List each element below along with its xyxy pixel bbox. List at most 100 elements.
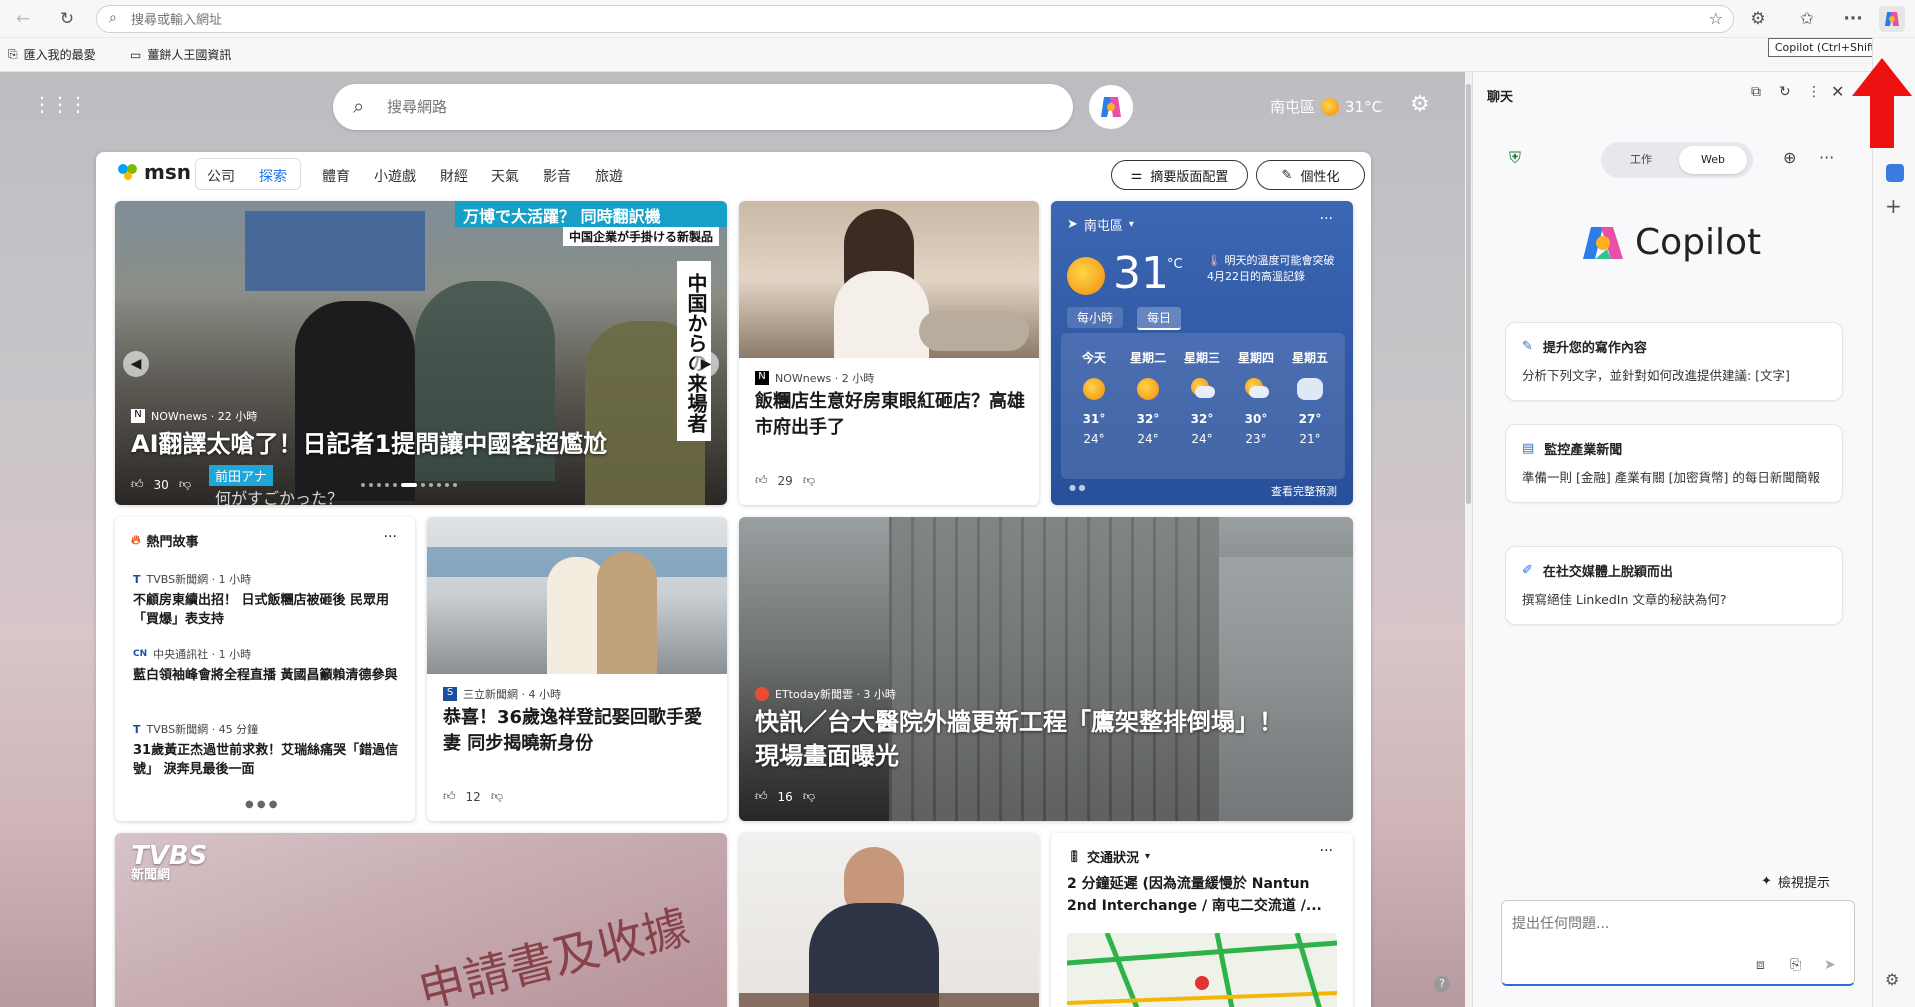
forecast-day[interactable]: 今天 31° 24°	[1069, 349, 1119, 446]
weather-alert[interactable]: 🌡︎ 明天的溫度可能會突破4月22日的高溫記錄	[1207, 253, 1335, 285]
weather-summary[interactable]: 南屯區 31°C	[1270, 96, 1382, 117]
sidebar-app-icon[interactable]	[1886, 164, 1904, 182]
weather-location[interactable]: ➤ 南屯區 ▾	[1067, 215, 1134, 234]
msn-search-box[interactable]: ⌕	[333, 84, 1073, 130]
personalize-button[interactable]: ✎ 個性化	[1256, 160, 1365, 190]
forecast-day[interactable]: 星期三 32° 24°	[1177, 349, 1227, 446]
rain-cloud-icon	[1297, 378, 1323, 400]
prompt-card[interactable]: ▤ 監控產業新聞 準備一則 [金融] 產業有關 [加密貨幣] 的每日新聞簡報	[1505, 424, 1843, 503]
prompt-card[interactable]: ✐ 在社交媒體上脫穎而出 撰寫絕佳 LinkedIn 文章的秘訣為何?	[1505, 546, 1843, 625]
day-label: 星期二	[1129, 351, 1166, 365]
copilot-search-button[interactable]	[1089, 85, 1133, 129]
attach-icon[interactable]: ⎘	[1790, 957, 1801, 973]
featured-story-card[interactable]: ETtoday新聞雲 · 3 小時 快訊／台大醫院外牆更新工程「鷹架整排倒塌」！…	[739, 517, 1353, 821]
page-scrollbar[interactable]	[1465, 72, 1472, 1007]
refresh-icon[interactable]: ↻	[54, 6, 80, 32]
favorite-star-icon[interactable]: ☆	[1709, 9, 1723, 28]
dislike-icon[interactable]: 👎︎	[491, 789, 503, 804]
msn-logo[interactable]: msn	[116, 160, 191, 184]
tab-sports[interactable]: 體育	[322, 166, 350, 186]
tab-hourly[interactable]: 每小時	[1067, 307, 1124, 328]
more-menu-icon[interactable]: ···	[1840, 6, 1866, 32]
trending-page-dots[interactable]: ● ● ●	[245, 799, 278, 810]
partly-cloudy-icon	[1243, 378, 1269, 400]
tab-company[interactable]: 公司	[207, 166, 235, 186]
traffic-more-icon[interactable]: ···	[1320, 843, 1333, 859]
sidebar-settings-icon[interactable]: ⚙	[1885, 970, 1899, 989]
refresh-icon[interactable]: ↻	[1779, 84, 1791, 100]
carousel-next-icon[interactable]: ▶	[693, 351, 719, 377]
story-card[interactable]: TVBS 新聞網 申請書及收據	[115, 833, 727, 1007]
add-icon[interactable]: +	[1885, 194, 1902, 218]
story-card[interactable]	[739, 833, 1039, 1007]
address-input[interactable]	[131, 10, 1671, 30]
weather-more-icon[interactable]: ···	[1320, 211, 1333, 227]
like-icon[interactable]: 👍︎	[443, 789, 456, 804]
day-high: 32°	[1136, 412, 1160, 426]
trending-item[interactable]: T TVBS新聞網 · 1 小時 不顧房東續出招！ 日式飯糰店被砸後 民眾用「買爆…	[133, 571, 403, 629]
tab-explore[interactable]: 探索	[259, 166, 287, 186]
traffic-map[interactable]	[1067, 933, 1337, 1007]
mode-toggle[interactable]: 工作 Web	[1601, 142, 1753, 178]
tab-travel[interactable]: 旅遊	[595, 166, 623, 186]
weather-card[interactable]: ➤ 南屯區 ▾ ··· 31 °C 🌡︎ 明天的溫度可能會突破4月22日的高溫記…	[1051, 201, 1353, 505]
trending-item[interactable]: CN 中央通訊社 · 1 小時 藍白領袖峰會將全程直播 黃國昌籲賴清德參與	[133, 646, 403, 685]
carousel-prev-icon[interactable]: ◀	[123, 351, 149, 377]
full-forecast-link[interactable]: 查看完整預測	[1271, 483, 1337, 499]
close-icon[interactable]: ✕	[1831, 82, 1844, 101]
help-icon[interactable]: ?	[1434, 976, 1450, 992]
open-in-tab-icon[interactable]: ⧉	[1751, 84, 1761, 100]
more-options-icon[interactable]: ⋮	[1807, 84, 1821, 100]
carousel-dots[interactable]	[361, 483, 457, 487]
trending-more-icon[interactable]: ···	[384, 529, 397, 545]
tab-weather[interactable]: 天氣	[491, 166, 519, 186]
chat-more-icon[interactable]: ···	[1819, 148, 1834, 167]
copilot-toolbar-icon[interactable]	[1879, 6, 1905, 32]
sidebar-rail: + ⚙	[1872, 38, 1915, 1007]
prompt-card[interactable]: ✎ 提升您的寫作內容 分析下列文字，並針對如何改進提供建議: [文字]	[1505, 322, 1843, 401]
forecast-day[interactable]: 星期五 27° 21°	[1285, 349, 1335, 446]
traffic-card[interactable]: 🚦︎ 交通狀況 ▾ ··· 2 分鐘延遲 (因為流量緩慢於 Nantun 2nd…	[1051, 833, 1353, 1007]
fav-folder[interactable]: ▭ 薑餅人王國資訊	[130, 46, 231, 63]
story-card[interactable]: N NOWnews · 2 小時 飯糰店生意好房東眼紅砸店？高雄市府出手了 👍︎…	[739, 201, 1039, 505]
tab-daily[interactable]: 每日	[1137, 307, 1182, 330]
dislike-icon[interactable]: 👎︎	[803, 473, 815, 488]
like-icon[interactable]: 👍︎	[755, 789, 768, 804]
traffic-header[interactable]: 🚦︎ 交通狀況 ▾	[1067, 847, 1150, 866]
view-tips-button[interactable]: ✦ 檢視提示	[1761, 872, 1830, 891]
chat-input[interactable]	[1512, 913, 1832, 935]
tab-video[interactable]: 影音	[543, 166, 571, 186]
like-icon[interactable]: 👍︎	[131, 477, 144, 492]
mode-web[interactable]: Web	[1679, 146, 1747, 174]
address-bar[interactable]: ⌕ ☆	[96, 5, 1734, 33]
apps-grid-icon[interactable]: ⋮⋮⋮	[32, 92, 88, 116]
dislike-icon[interactable]: 👎︎	[179, 477, 191, 492]
tab-finance[interactable]: 財經	[440, 166, 468, 186]
scrollbar-thumb[interactable]	[1466, 84, 1471, 504]
forecast-day[interactable]: 星期四 30° 23°	[1231, 349, 1281, 446]
back-icon[interactable]: ←	[10, 6, 36, 32]
tab-games[interactable]: 小遊戲	[374, 166, 416, 186]
like-icon[interactable]: 👍︎	[755, 473, 768, 488]
forecast-day[interactable]: 星期二 32° 24°	[1123, 349, 1173, 446]
mode-work[interactable]: 工作	[1607, 148, 1675, 172]
send-icon[interactable]: ➤	[1824, 957, 1836, 973]
image-input-icon[interactable]: ⧈	[1756, 957, 1765, 973]
new-chat-icon[interactable]: ⊕	[1783, 148, 1796, 167]
weather-page-dots[interactable]: ● ●	[1069, 483, 1086, 492]
settings-gear-icon[interactable]: ⚙	[1410, 92, 1430, 117]
copilot-icon	[1101, 97, 1121, 117]
favorites-icon[interactable]: ✩	[1794, 6, 1820, 32]
story-source: ETtoday新聞雲 · 3 小時	[755, 686, 896, 702]
feed-layout-button[interactable]: ⚌ 摘要版面配置	[1111, 160, 1248, 190]
shield-icon: ⛨	[1509, 148, 1522, 167]
story-card[interactable]: S 三立新聞網 · 4 小時 恭喜！36歲逸祥登記娶回歌手愛妻 同步揭曉新身份 …	[427, 517, 727, 821]
trending-item[interactable]: T TVBS新聞網 · 45 分鐘 31歲黃正杰過世前求救！艾瑞絲痛哭「錯過信號」…	[133, 721, 403, 779]
folder-icon: ▭	[130, 47, 142, 62]
chat-input-box[interactable]: ⧈ ⎘ ➤	[1501, 900, 1855, 986]
msn-search-input[interactable]	[387, 96, 1027, 118]
extensions-icon[interactable]: ⚙	[1745, 6, 1771, 32]
fav-import[interactable]: ⎘ 匯入我的最愛	[8, 46, 96, 63]
hero-story-card[interactable]: 万博で大活躍？ 同時翻訳機 中国企業が手掛ける新製品 中国からの来場者 ◀ ▶ …	[115, 201, 727, 505]
dislike-icon[interactable]: 👎︎	[803, 789, 815, 804]
